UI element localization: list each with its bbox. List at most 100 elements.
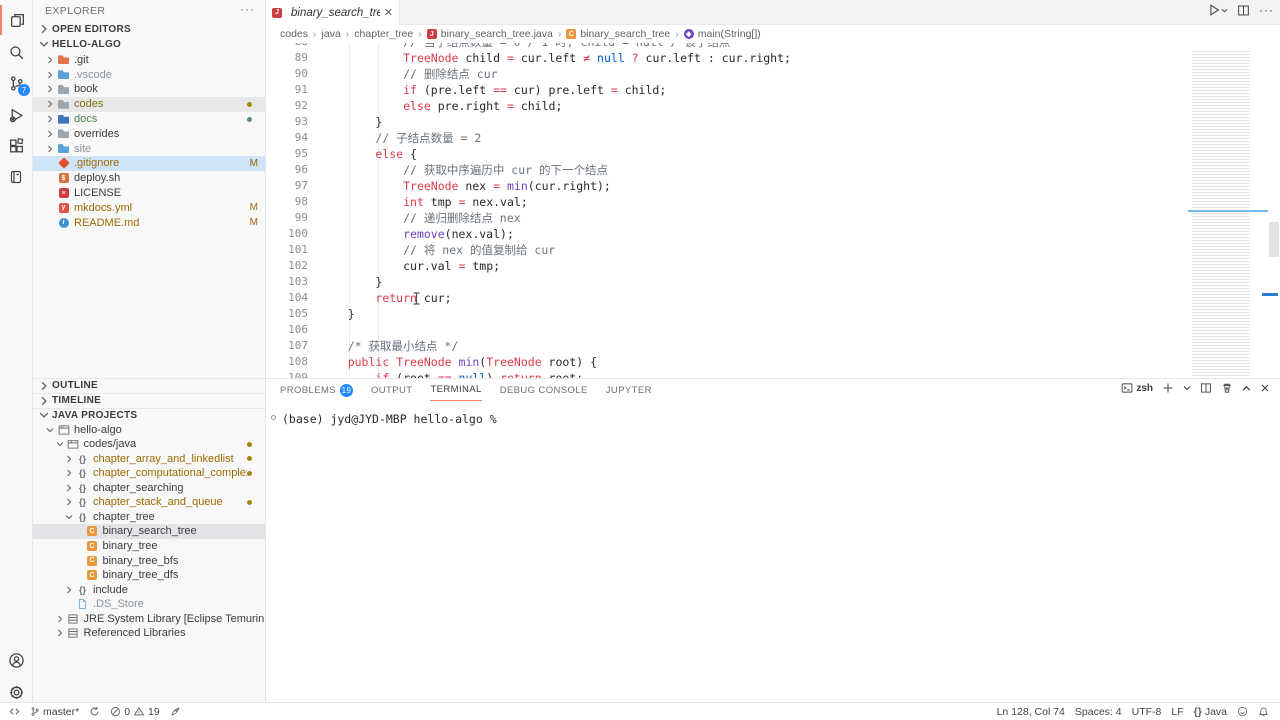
explorer-item-docs[interactable]: docs <box>33 112 266 127</box>
explorer-icon[interactable] <box>0 5 32 35</box>
file-icon <box>76 598 89 610</box>
line-number: 91 <box>266 82 308 98</box>
status-java-status[interactable] <box>170 706 181 717</box>
status-feedback[interactable] <box>1237 706 1248 717</box>
git-change-dot <box>247 500 252 505</box>
explorer-item-site[interactable]: site <box>33 141 266 156</box>
breadcrumb-item-chapter-tree[interactable]: chapter_tree <box>354 28 413 40</box>
java-project-item-chapter-searching[interactable]: {}chapter_searching <box>33 481 266 496</box>
java-project-item-chapter-array-and-linkedlist[interactable]: {}chapter_array_and_linkedlist <box>33 451 266 466</box>
open-editors-section[interactable]: OPEN EDITORS <box>33 22 265 37</box>
java-project-item-referenced-libraries[interactable]: Referenced Libraries <box>33 626 266 641</box>
shell-indicator[interactable]: zsh <box>1121 382 1153 394</box>
java-project-item-jre-system-library-eclipse-temurin-17-17-[interactable]: JRE System Library [Eclipse Temurin 17 [… <box>33 612 266 627</box>
class-icon: C <box>86 570 99 580</box>
status-problems[interactable]: 019 <box>110 706 160 718</box>
status-sync[interactable] <box>89 706 100 717</box>
more-actions-button[interactable]: ··· <box>1259 3 1274 17</box>
status-git-branch[interactable]: master* <box>30 706 79 718</box>
status-encoding[interactable]: UTF-8 <box>1132 706 1162 718</box>
kill-terminal-icon[interactable] <box>1221 382 1233 394</box>
outline-section[interactable]: OUTLINE <box>33 378 265 393</box>
explorer-item-mkdocs-yml[interactable]: ymkdocs.ymlM <box>33 200 266 215</box>
accounts-icon[interactable] <box>0 645 32 675</box>
code-line-104: 104 return cur; <box>266 290 1186 306</box>
chevron-right-icon <box>64 468 74 478</box>
java-project-item-binary-tree-bfs[interactable]: Cbinary_tree_bfs <box>33 553 266 568</box>
sidebar-title: EXPLORER <box>45 5 105 17</box>
line-number: 101 <box>266 242 308 258</box>
breadcrumb-item-binary-search-tree[interactable]: Cbinary_search_tree <box>566 28 670 40</box>
java-project-item-binary-search-tree[interactable]: Cbinary_search_tree <box>33 524 266 539</box>
java-project-item-codes-java[interactable]: codes/java <box>33 437 266 452</box>
chevron-right-icon <box>45 70 55 80</box>
notebook-icon[interactable] <box>0 162 32 192</box>
java-project-item-chapter-tree[interactable]: {}chapter_tree <box>33 510 266 525</box>
split-terminal-icon[interactable] <box>1200 382 1212 394</box>
java-project-item-hello-algo[interactable]: hello-algo <box>33 422 266 437</box>
close-panel-icon[interactable] <box>1260 383 1270 393</box>
new-terminal-icon[interactable] <box>1162 382 1174 394</box>
status-eol[interactable]: LF <box>1171 706 1183 718</box>
timeline-section[interactable]: TIMELINE <box>33 393 265 408</box>
tab-binary-search-tree[interactable]: J binary_search_tree.java ✕ <box>266 0 400 25</box>
explorer-item--git[interactable]: .git <box>33 53 266 68</box>
line-number: 105 <box>266 306 308 322</box>
code-line-95: 95 else { <box>266 146 1186 162</box>
java-project-item-binary-tree-dfs[interactable]: Cbinary_tree_dfs <box>33 568 266 583</box>
breadcrumb-item-codes[interactable]: codes <box>280 28 308 40</box>
run-and-debug-icon[interactable] <box>0 100 32 130</box>
status-notifications[interactable] <box>1258 706 1269 717</box>
breadcrumb-item-binary-search-tree-java[interactable]: Jbinary_search_tree.java <box>427 28 553 40</box>
extensions-icon[interactable] <box>0 131 32 161</box>
java-projects-section[interactable]: JAVA PROJECTS <box>33 408 265 423</box>
status-remote[interactable] <box>9 706 20 717</box>
timeline-label: TIMELINE <box>52 395 101 406</box>
java-project-item-chapter-computational-complexity[interactable]: {}chapter_computational_complexity <box>33 466 266 481</box>
code-line-93: 93 } <box>266 114 1186 130</box>
panel-tab-debug-console[interactable]: DEBUG CONSOLE <box>500 379 588 401</box>
maximize-panel-icon[interactable] <box>1242 384 1251 393</box>
explorer-item-deploy-sh[interactable]: $deploy.sh <box>33 171 266 186</box>
panel-tab-output[interactable]: OUTPUT <box>371 379 412 401</box>
git-modified-badge: M <box>250 158 258 169</box>
panel-tab-jupyter[interactable]: JUPYTER <box>606 379 652 401</box>
run-button[interactable] <box>1207 3 1228 17</box>
explorer-file-tree: .git.vscodebookcodesdocsoverridessite.gi… <box>33 53 266 231</box>
status-indentation[interactable]: Spaces: 4 <box>1075 706 1122 718</box>
java-project-item--ds-store[interactable]: .DS_Store <box>33 597 266 612</box>
explorer-item-codes[interactable]: codes <box>33 97 266 112</box>
git-icon <box>57 159 70 167</box>
item-label: binary_tree_bfs <box>103 555 179 567</box>
java-project-item-chapter-stack-and-queue[interactable]: {}chapter_stack_and_queue <box>33 495 266 510</box>
project-root-section[interactable]: HELLO-ALGO <box>33 37 265 52</box>
java-project-item-include[interactable]: {}include <box>33 582 266 597</box>
status-language-mode[interactable]: {}Java <box>1194 706 1227 718</box>
explorer-item-overrides[interactable]: overrides <box>33 126 266 141</box>
scrollbar-thumb[interactable] <box>1269 222 1279 257</box>
split-editor-button[interactable] <box>1237 4 1250 17</box>
panel-tab-problems[interactable]: PROBLEMS19 <box>280 379 353 401</box>
java-project-item-binary-tree[interactable]: Cbinary_tree <box>33 539 266 554</box>
tab-close-icon[interactable]: ✕ <box>384 6 393 19</box>
explorer-item--gitignore[interactable]: .gitignoreM <box>33 156 266 171</box>
terminal-dropdown-icon[interactable] <box>1183 384 1191 392</box>
explorer-item-readme-md[interactable]: iREADME.mdM <box>33 215 266 230</box>
explorer-more-actions-icon[interactable]: ··· <box>240 2 255 16</box>
explorer-item--vscode[interactable]: .vscode <box>33 67 266 82</box>
explorer-item-book[interactable]: book <box>33 82 266 97</box>
status-cursor-position[interactable]: Ln 128, Col 74 <box>997 706 1065 718</box>
breadcrumb-item-java[interactable]: java <box>322 28 341 40</box>
breadcrumb-item-main-string-[interactable]: ◆main(String[]) <box>684 28 761 40</box>
panel-tab-terminal[interactable]: TERMINAL <box>430 379 481 401</box>
explorer-item-license[interactable]: ≡LICENSE <box>33 186 266 201</box>
folder-icon <box>57 115 70 124</box>
git-modified-badge: M <box>250 202 258 213</box>
search-icon[interactable] <box>0 37 32 67</box>
code-editor[interactable]: 88 // 当子结点数量 = 0 / 1 时, child = null / 该… <box>266 43 1280 378</box>
terminal-command-decoration[interactable] <box>271 415 276 420</box>
terminal-prompt[interactable]: (base) jyd@JYD-MBP hello-algo % <box>282 412 497 426</box>
source-control-icon[interactable]: 7 <box>0 68 32 98</box>
breadcrumb-separator: › <box>346 28 350 40</box>
code-line-105: 105 } <box>266 306 1186 322</box>
